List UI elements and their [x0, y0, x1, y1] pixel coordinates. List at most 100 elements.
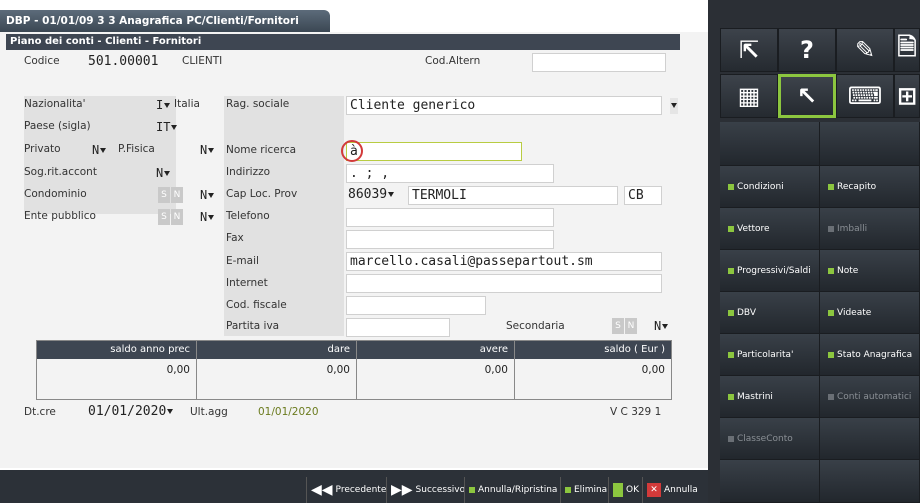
annulla-ripristina-button[interactable]: Annulla/Ripristina — [464, 477, 561, 503]
fax-label: Fax — [226, 232, 244, 244]
dropdown-arrow-icon — [167, 409, 174, 414]
dtcre-value[interactable]: 01/01/2020 — [88, 404, 174, 419]
precedente-label: Precedente — [335, 485, 387, 495]
dropdown-arrow-icon — [164, 103, 171, 108]
keyboard-icon[interactable]: ⌨ — [836, 74, 894, 118]
panel-empty — [820, 122, 920, 166]
imballi-label: Imballi — [837, 223, 868, 234]
rag-sociale-label: Rag. sociale — [226, 98, 290, 110]
classe-conto-button[interactable]: ClasseConto — [720, 418, 820, 460]
n-option[interactable]: N — [625, 318, 637, 334]
ultagg-label: Ult.agg — [190, 406, 228, 418]
green-square-icon — [728, 351, 734, 358]
nazionalita-value[interactable]: I — [156, 98, 171, 112]
mastrini-button[interactable]: Mastrini — [720, 376, 820, 418]
pfisica-value[interactable]: N — [200, 143, 215, 157]
secondaria-value[interactable]: N — [654, 319, 669, 333]
condominio-value[interactable]: N — [200, 188, 215, 202]
stato-anagrafica-button[interactable]: Stato Anagrafica — [820, 334, 920, 376]
localita-field[interactable]: TERMOLI — [408, 186, 618, 205]
paese-label: Paese (sigla) — [24, 120, 91, 132]
window-tab[interactable]: DBP - 01/01/09 3 3 Anagrafica PC/Clienti… — [0, 10, 330, 32]
green-square-icon — [728, 183, 734, 190]
sog-rit-label: Sog.rit.accont — [24, 166, 97, 178]
cod-fiscale-label: Cod. fiscale — [226, 299, 287, 311]
help-icon[interactable]: ? — [778, 28, 836, 72]
s-option[interactable]: S — [158, 209, 170, 225]
gray-square-icon — [828, 393, 834, 400]
dropdown-arrow-icon — [164, 171, 171, 176]
email-field[interactable]: marcello.casali@passepartout.sm — [346, 252, 662, 271]
rag-sociale-dropdown[interactable] — [670, 98, 678, 114]
s-option[interactable]: S — [158, 187, 170, 203]
paese-value[interactable]: IT — [156, 120, 178, 134]
green-square-icon — [469, 487, 475, 493]
rewind-icon: ◀◀ — [311, 482, 333, 498]
telefono-field[interactable] — [346, 208, 554, 227]
imballi-button[interactable]: Imballi — [820, 208, 920, 250]
totals-value: 0,00 — [641, 364, 665, 376]
dbv-button[interactable]: DBV — [720, 292, 820, 334]
elimina-button[interactable]: Elimina — [560, 477, 611, 503]
recapito-button[interactable]: Recapito — [820, 166, 920, 208]
green-square-icon — [728, 267, 734, 274]
cap-value[interactable]: 86039 — [348, 187, 395, 202]
privato-value[interactable]: N — [92, 143, 107, 157]
cod-fiscale-field[interactable] — [346, 296, 486, 315]
annulla-button[interactable]: ✕ Annulla — [642, 477, 702, 503]
note-button[interactable]: Note — [820, 250, 920, 292]
condizioni-label: Condizioni — [737, 181, 784, 192]
cod-altern-label: Cod.Altern — [425, 55, 481, 67]
ok-button[interactable]: OK — [608, 477, 643, 503]
green-square-icon — [828, 309, 834, 316]
panel-empty — [720, 122, 820, 166]
codice-value[interactable]: 501.00001 — [88, 54, 158, 69]
dropdown-arrow-icon — [208, 148, 215, 153]
fax-field[interactable] — [346, 230, 554, 249]
internet-field[interactable] — [346, 274, 662, 293]
vettore-button[interactable]: Vettore — [720, 208, 820, 250]
successivo-button[interactable]: ▶▶ Successivo — [386, 477, 469, 503]
forward-icon: ▶▶ — [391, 482, 413, 498]
s-option[interactable]: S — [612, 318, 624, 334]
ente-pubblico-value[interactable]: N — [200, 210, 215, 224]
recapito-label: Recapito — [837, 181, 877, 192]
rag-sociale-field[interactable]: Cliente generico — [346, 96, 662, 115]
totals-header: saldo anno prec — [37, 341, 196, 359]
expand-icon[interactable]: ⇱ — [720, 28, 778, 72]
partita-iva-field[interactable] — [346, 318, 450, 337]
videate-button[interactable]: Videate — [820, 292, 920, 334]
sog-rit-value[interactable]: N — [156, 166, 171, 180]
ente-sn-toggle[interactable]: SN — [158, 209, 184, 225]
condominio-label: Condominio — [24, 188, 87, 200]
annulla-ripristina-label: Annulla/Ripristina — [478, 485, 558, 495]
file-icon[interactable]: 🗎 — [894, 28, 920, 72]
condizioni-button[interactable]: Condizioni — [720, 166, 820, 208]
secondaria-sn-toggle[interactable]: SN — [612, 318, 638, 334]
cursor-icon[interactable]: ↖ — [778, 74, 836, 118]
provincia-field[interactable]: CB — [624, 186, 662, 205]
internet-label: Internet — [226, 277, 268, 289]
n-option[interactable]: N — [171, 209, 183, 225]
condominio-sn-toggle[interactable]: SN — [158, 187, 184, 203]
particolarita-button[interactable]: Particolarita' — [720, 334, 820, 376]
conti-automatici-button[interactable]: Conti automatici — [820, 376, 920, 418]
close-icon: ✕ — [647, 483, 661, 497]
progressivi-saldi-button[interactable]: Progressivi/Saldi — [720, 250, 820, 292]
indirizzo-field[interactable]: . ; , — [346, 164, 554, 183]
notes-icon[interactable]: ✎ — [836, 28, 894, 72]
nome-ricerca-field[interactable]: à — [346, 142, 522, 161]
calculator-icon[interactable]: ▦ — [720, 74, 778, 118]
annulla-label: Annulla — [664, 485, 698, 495]
n-option[interactable]: N — [171, 187, 183, 203]
gray-square-icon — [728, 435, 734, 442]
pfisica-label: P.Fisica — [118, 143, 155, 155]
precedente-button[interactable]: ◀◀ Precedente — [306, 477, 390, 503]
ok-icon — [613, 483, 623, 497]
nome-ricerca-label: Nome ricerca — [226, 144, 297, 156]
green-square-icon — [828, 267, 834, 274]
grid-icon[interactable]: ⊞ — [894, 74, 920, 118]
classe-conto-label: ClasseConto — [737, 433, 793, 444]
gray-square-icon — [828, 225, 834, 232]
cod-altern-field[interactable] — [532, 53, 666, 72]
